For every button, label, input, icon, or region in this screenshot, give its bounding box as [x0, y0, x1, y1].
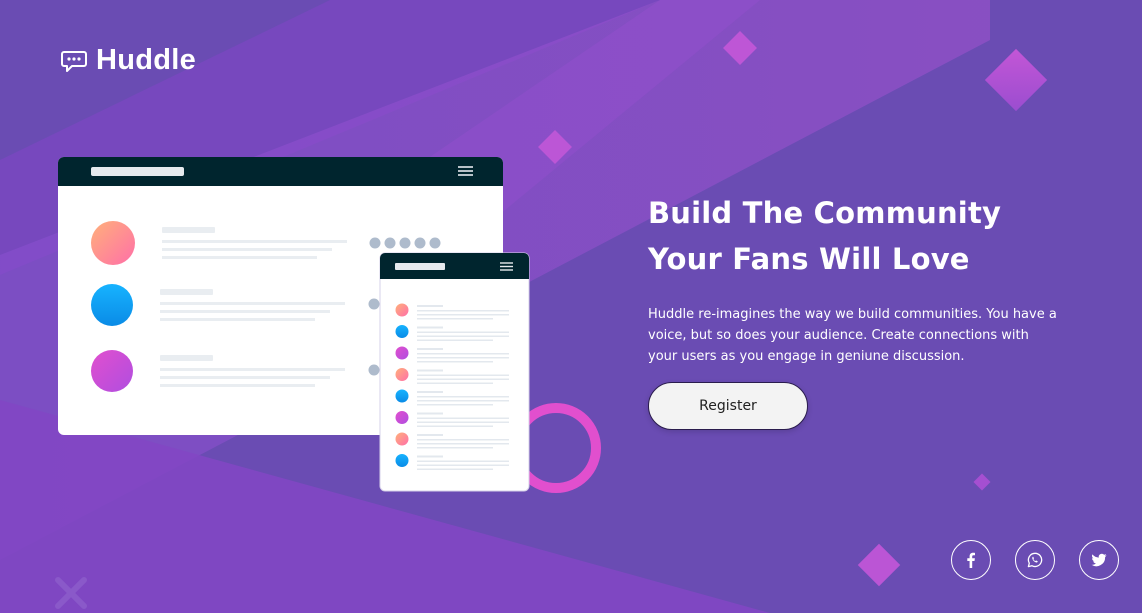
mobile-row-line: [417, 310, 509, 312]
mobile-row-avatar: [395, 368, 409, 381]
mobile-row-avatar: [395, 411, 409, 424]
hero-title: Build The Community Your Fans Will Love: [648, 190, 1068, 282]
mobile-row-line: [417, 339, 493, 341]
mobile-row-line: [417, 417, 509, 419]
mobile-row-avatar: [395, 454, 409, 467]
whatsapp-link[interactable]: [1015, 540, 1055, 580]
mobile-row-avatar: [395, 325, 409, 338]
mobile-row-line: [417, 455, 443, 458]
mobile-row-avatar: [395, 346, 409, 360]
hero-description: Huddle re-imagines the way we build comm…: [648, 307, 1057, 364]
mobile-row-line: [417, 439, 509, 441]
register-button[interactable]: Register: [648, 382, 808, 430]
twitter-link[interactable]: [1079, 540, 1119, 580]
mobile-row-avatar: [395, 432, 409, 446]
mobile-row-line: [417, 412, 443, 415]
mobile-row-avatar: [395, 303, 409, 317]
mobile-row-line: [417, 391, 443, 393]
mobile-row-line: [417, 314, 509, 316]
hero-title-line-2: Your Fans Will Love: [648, 242, 970, 276]
mobile-row-line: [417, 361, 493, 363]
mobile-row-line: [417, 396, 509, 398]
facebook-link[interactable]: [951, 540, 991, 580]
mobile-row-line: [417, 378, 509, 380]
mobile-row-line: [417, 464, 509, 466]
mobile-row-line: [417, 404, 493, 406]
mobile-row-line: [417, 400, 509, 402]
mobile-row-line: [417, 318, 493, 320]
mobile-row-line: [417, 460, 509, 462]
twitter-icon: [1091, 553, 1107, 567]
mobile-row-line: [417, 468, 493, 470]
mobile-row-line: [417, 353, 509, 355]
mobile-row-line: [417, 369, 443, 372]
mobile-row-line: [417, 447, 493, 449]
hero-title-line-1: Build The Community: [648, 196, 1002, 230]
mobile-row-line: [417, 382, 493, 384]
mobile-row-line: [417, 335, 509, 337]
whatsapp-icon: [1027, 552, 1043, 568]
mobile-row-line: [417, 434, 443, 436]
mobile-row-line: [417, 425, 493, 427]
mobile-row-line: [417, 305, 443, 307]
mobile-row-line: [417, 331, 509, 333]
mobile-row-line: [417, 374, 509, 376]
mobile-row-line: [417, 348, 443, 350]
facebook-icon: [967, 552, 975, 568]
mobile-row-line: [417, 357, 509, 359]
mobile-row-line: [417, 443, 509, 445]
mobile-row-line: [417, 421, 509, 423]
mobile-row-avatar: [395, 389, 409, 403]
mobile-mockup: [379, 252, 530, 492]
hero-section: Build The Community Your Fans Will Love …: [648, 190, 1068, 367]
mobile-row-line: [417, 326, 443, 329]
